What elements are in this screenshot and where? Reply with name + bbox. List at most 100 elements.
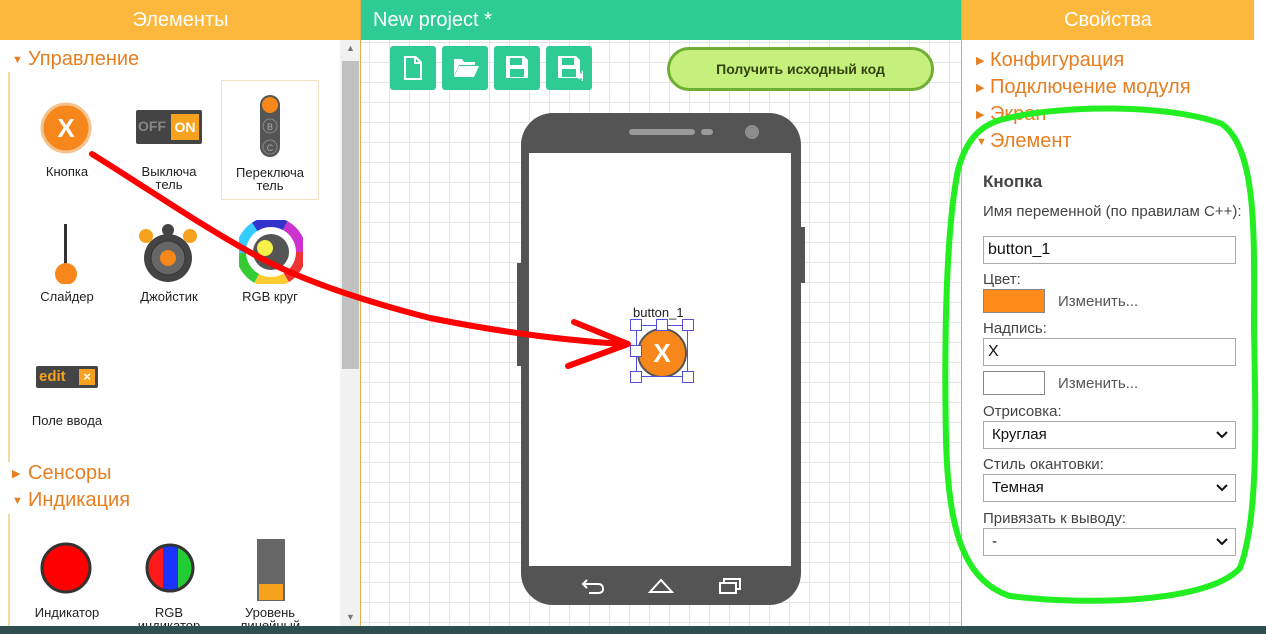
tile-label: Кнопка <box>45 164 89 179</box>
tile-rgb-wheel[interactable]: RGB круг <box>221 212 319 332</box>
tile-button[interactable]: X Кнопка <box>18 82 116 202</box>
tile-edit-field[interactable]: edit × Поле ввода <box>18 340 116 460</box>
resize-handle[interactable] <box>630 345 642 357</box>
resize-handle[interactable] <box>630 319 642 331</box>
var-name-field[interactable]: button_1 <box>983 236 1236 264</box>
chevron-down-icon <box>1216 431 1228 439</box>
change-color-link[interactable]: Изменить... <box>1058 293 1138 310</box>
phone-nav-bar <box>521 566 801 605</box>
tile-switch[interactable]: OFF ON Выключа тель <box>120 82 218 202</box>
scroll-down-icon[interactable]: ▼ <box>340 609 360 626</box>
resize-handle[interactable] <box>682 371 694 383</box>
save-as-button[interactable]: ✱ <box>546 46 592 90</box>
scroll-thumb[interactable] <box>342 61 359 369</box>
tile-label: Индикатор <box>34 605 100 620</box>
chevron-down-icon <box>1216 484 1228 492</box>
svg-text:X: X <box>57 113 75 143</box>
change-caption-color-link[interactable]: Изменить... <box>1058 375 1138 392</box>
caret-right-icon: ▶ <box>976 81 985 94</box>
color-label: Цвет: <box>983 271 1021 288</box>
section-indication[interactable]: ▼ Индикация <box>12 489 130 512</box>
tile-indicator[interactable]: Индикатор <box>18 532 116 626</box>
resize-handle[interactable] <box>630 371 642 383</box>
svg-text:C: C <box>267 143 274 153</box>
tile-label: Слайдер <box>40 289 94 304</box>
properties-panel: Свойства ▶ Конфигурация ▶ Подключение моду… <box>961 0 1266 626</box>
section-sensors[interactable]: ▶ Сенсоры <box>12 462 111 485</box>
get-code-button[interactable]: Получить исходный код <box>667 47 934 91</box>
tile-label: Выключа тель <box>141 164 197 192</box>
render-select[interactable]: Круглая <box>983 421 1236 449</box>
scroll-up-icon[interactable]: ▲ <box>340 40 360 57</box>
edit-field-icon: edit × <box>36 366 98 388</box>
pin-select[interactable]: - <box>983 528 1236 556</box>
caption-label: Надпись: <box>983 320 1047 337</box>
resize-handle[interactable] <box>656 319 668 331</box>
elements-panel: Элементы ▼ Управление X Кнопка OFF ON Вык… <box>0 0 361 626</box>
section-indication-title: Индикация <box>28 489 131 511</box>
rgb-wheel-icon <box>239 220 303 284</box>
color-swatch[interactable] <box>983 289 1045 313</box>
caret-down-icon: ▼ <box>12 494 23 507</box>
rgb-indicator-icon <box>145 543 195 593</box>
canvas-button-element[interactable]: X <box>630 319 694 383</box>
caret-right-icon: ▶ <box>976 108 985 121</box>
render-label: Отрисовка: <box>983 403 1062 420</box>
elements-scrollbar[interactable]: ▲ ▼ <box>340 40 360 626</box>
switch-icon: OFF ON <box>136 110 202 144</box>
tile-selector[interactable]: B C Переключа тель <box>221 80 319 200</box>
caret-down-icon: ▼ <box>12 53 23 66</box>
svg-text:✱: ✱ <box>577 69 583 81</box>
red-indicator-icon <box>40 542 92 594</box>
phone-speaker <box>629 129 695 135</box>
border-style-select[interactable]: Темная <box>983 474 1236 502</box>
joystick-icon <box>139 224 197 282</box>
section-element[interactable]: ▼ Элемент <box>976 129 1072 154</box>
open-button[interactable] <box>442 46 488 90</box>
element-type-title: Кнопка <box>983 172 1043 191</box>
section-line <box>8 72 10 462</box>
slider-icon <box>55 224 77 284</box>
properties-panel-title: Свойства <box>962 0 1254 40</box>
save-as-icon: ✱ <box>558 56 583 81</box>
section-screen[interactable]: ▶ Экран <box>976 102 1046 127</box>
new-file-icon <box>404 56 422 80</box>
save-button[interactable] <box>494 46 540 90</box>
caret-right-icon: ▶ <box>12 468 21 481</box>
open-folder-icon <box>454 59 479 77</box>
tile-level[interactable]: Уровень линейный <box>221 532 319 626</box>
caret-down-icon: ▼ <box>976 135 987 148</box>
resize-handle[interactable] <box>682 319 694 331</box>
bottom-bar <box>0 626 1266 634</box>
section-control[interactable]: ▼ Управление <box>12 48 139 71</box>
caret-right-icon: ▶ <box>976 54 985 67</box>
button-x-icon: X <box>40 102 92 154</box>
clear-x-icon: × <box>79 369 95 385</box>
phone-sensor <box>701 129 713 135</box>
caption-field[interactable]: X <box>983 338 1236 366</box>
level-bar-icon <box>257 539 285 601</box>
tile-label: RGB круг <box>242 289 298 304</box>
section-config[interactable]: ▶ Конфигурация <box>976 48 1124 73</box>
new-button[interactable] <box>390 46 436 90</box>
section-line <box>8 514 10 626</box>
pin-label: Привязать к выводу: <box>983 510 1126 527</box>
border-style-label: Стиль окантовки: <box>983 456 1104 473</box>
save-icon <box>506 56 528 78</box>
caption-color-swatch[interactable] <box>983 371 1045 395</box>
tile-slider[interactable]: Слайдер <box>18 212 116 332</box>
section-module[interactable]: ▶ Подключение модуля <box>976 75 1191 100</box>
recent-apps-icon <box>719 578 741 594</box>
section-sensors-title: Сенсоры <box>28 462 112 484</box>
selection-box <box>636 325 688 377</box>
phone-side-button-right <box>800 227 805 283</box>
var-name-label: Имя переменной (по правилам C++): <box>983 203 1242 220</box>
tile-joystick[interactable]: Джойстик <box>120 212 218 332</box>
tile-rgb-indicator[interactable]: RGB индикатор <box>120 532 218 626</box>
elements-list: ▼ Управление X Кнопка OFF ON Выключа тель <box>0 40 340 626</box>
chevron-down-icon <box>1216 538 1228 546</box>
phone-camera-icon <box>745 125 759 139</box>
elements-panel-title: Элементы <box>0 0 360 40</box>
selector-icon: B C <box>260 95 280 157</box>
home-icon <box>648 578 674 593</box>
